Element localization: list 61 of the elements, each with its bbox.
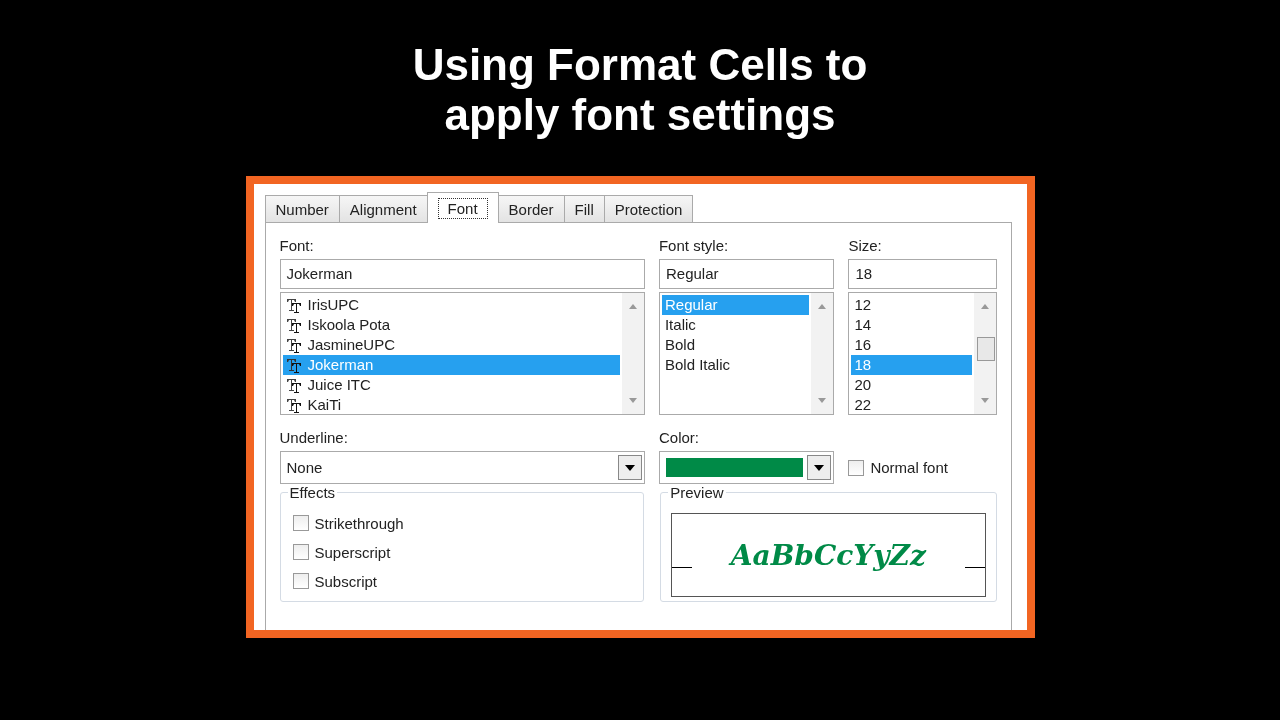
checkbox-label: Normal font: [870, 459, 948, 476]
list-box[interactable]: 12 14 16 18 20 22: [848, 292, 997, 415]
scroll-down-icon[interactable]: [628, 398, 637, 404]
truetype-icon: [285, 357, 302, 373]
truetype-icon: [285, 337, 302, 353]
list-item[interactable]: Iskoola Pota: [282, 315, 620, 335]
checkbox[interactable]: [292, 573, 309, 589]
field-label: Font:: [279, 237, 315, 256]
checkbox[interactable]: [292, 515, 309, 531]
scroll-thumb[interactable]: [976, 337, 995, 361]
list-item[interactable]: 22: [851, 395, 972, 415]
checkbox-label: Subscript: [314, 572, 378, 590]
truetype-icon: [285, 397, 302, 413]
list-item[interactable]: 14: [851, 315, 972, 335]
tab[interactable]: Fill: [563, 195, 605, 222]
dropdown[interactable]: None: [279, 451, 645, 484]
list-item[interactable]: 20: [851, 375, 972, 395]
tab[interactable]: Number: [264, 195, 340, 222]
tab[interactable]: Protection: [603, 195, 694, 222]
list-item[interactable]: KaiTi: [282, 395, 620, 415]
slide-title: Using Format Cells to: [412, 40, 868, 90]
checkbox[interactable]: [848, 459, 865, 476]
truetype-icon: [285, 297, 302, 313]
field-label: Color:: [658, 429, 700, 448]
scrollbar[interactable]: [973, 293, 996, 414]
text-field[interactable]: 18: [848, 259, 997, 289]
tab[interactable]: Border: [497, 195, 565, 222]
truetype-icon: [285, 317, 302, 333]
preview-sample: AaBbCcYyZz: [730, 538, 926, 572]
group-title: Effects: [287, 484, 338, 501]
scroll-up-icon[interactable]: [980, 303, 989, 309]
list-item[interactable]: 16: [851, 335, 972, 355]
list-box[interactable]: Regular Italic Bold Bold Italic: [658, 292, 835, 415]
scrollbar[interactable]: [811, 293, 834, 414]
scroll-down-icon[interactable]: [980, 398, 989, 404]
checkbox-label: Superscript: [314, 543, 391, 561]
group-title: Preview: [668, 484, 726, 501]
tab[interactable]: Font: [426, 192, 499, 223]
color-dropdown[interactable]: [658, 451, 835, 484]
text-field[interactable]: Jokerman: [279, 259, 645, 289]
list-item[interactable]: Juice ITC: [282, 375, 620, 395]
checkbox-label: Strikethrough: [314, 514, 404, 532]
slide-title: apply font settings: [444, 90, 836, 140]
field-label: Underline:: [279, 429, 349, 448]
scroll-up-icon[interactable]: [818, 303, 827, 309]
list-item[interactable]: Bold: [661, 335, 810, 355]
list-item[interactable]: IrisUPC: [282, 295, 620, 315]
scroll-up-icon[interactable]: [628, 303, 637, 309]
list-item[interactable]: Italic: [661, 315, 810, 335]
field-label: Size:: [848, 237, 883, 256]
checkbox[interactable]: [292, 544, 309, 560]
scroll-down-icon[interactable]: [818, 398, 827, 404]
list-item[interactable]: JasmineUPC: [282, 335, 620, 355]
truetype-icon: [285, 377, 302, 393]
list-box[interactable]: IrisUPC Iskoola Pota JasmineUPC Jokerman Juice ITC KaiTi: [279, 292, 645, 415]
scrollbar[interactable]: [621, 293, 644, 414]
field-label: Font style:: [658, 237, 730, 256]
text-field[interactable]: Regular: [658, 259, 835, 289]
list-item[interactable]: Bold Italic: [661, 355, 810, 375]
tab[interactable]: Alignment: [338, 195, 428, 222]
list-item[interactable]: 12: [851, 295, 972, 315]
